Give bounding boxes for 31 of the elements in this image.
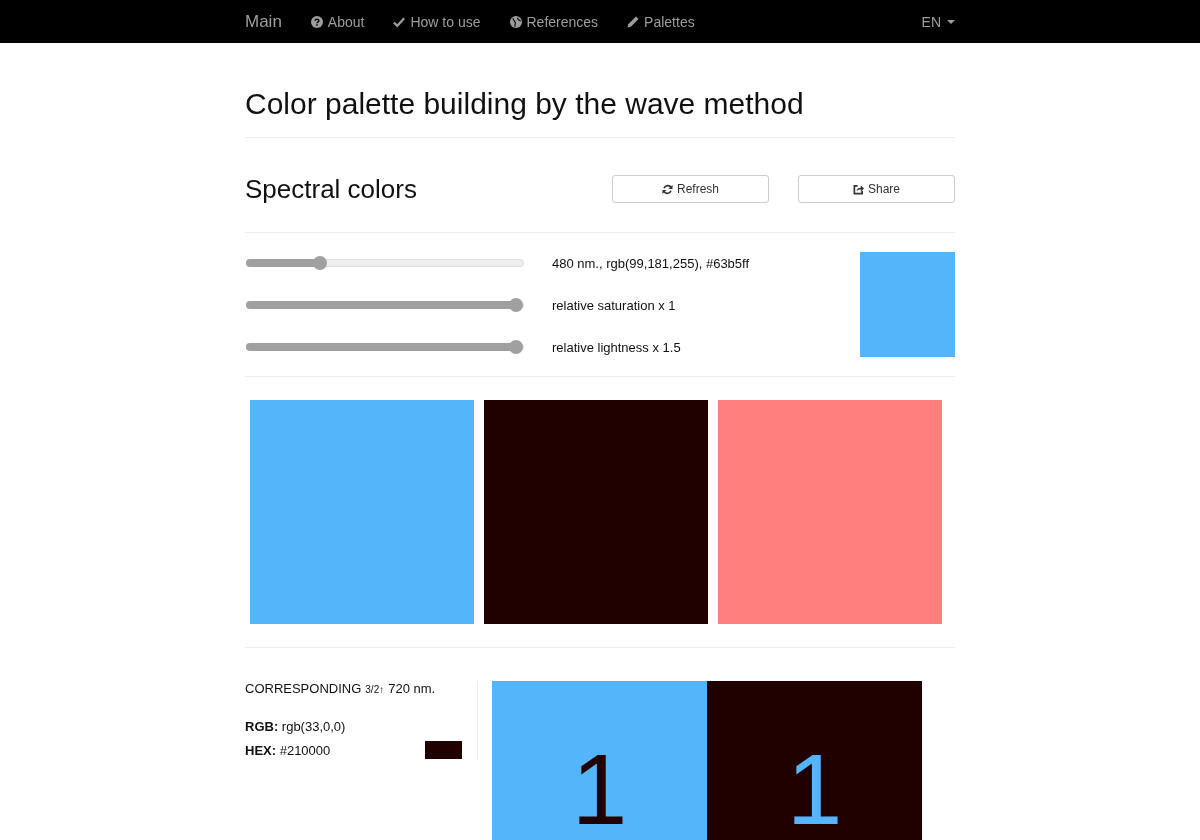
help-icon (310, 15, 323, 28)
language-dropdown[interactable]: EN (921, 13, 955, 30)
hex-value: HEX: #210000 (245, 742, 331, 758)
tile-number: 1 (786, 738, 843, 839)
slider-reading: relative saturation x 1 (552, 297, 676, 313)
pencil-icon (627, 15, 640, 28)
corresponding-label: CORRESPONDING (245, 681, 362, 697)
globe-icon (509, 15, 522, 28)
slider-track[interactable] (246, 259, 524, 267)
refresh-icon (662, 183, 673, 195)
share-icon (853, 183, 864, 195)
slider-reading: relative lightness x 1.5 (552, 339, 681, 355)
slider-reading: 480 nm., rgb(99,181,255), #63b5ff (552, 255, 750, 271)
wavelength-label: 720 nm. (388, 681, 436, 697)
section-title: Spectral colors (245, 173, 417, 205)
slider-thumb[interactable] (509, 298, 523, 312)
nav-link[interactable]: References (494, 13, 613, 30)
refresh-button[interactable]: Refresh (612, 175, 769, 203)
caret-icon (947, 19, 955, 24)
check-icon (393, 15, 406, 28)
rgb-value: RGB: rgb(33,0,0) (245, 719, 346, 734)
tile-number: 1 (571, 738, 628, 839)
page-title: Color palette building by the wave method (245, 87, 805, 120)
nav-link[interactable]: Palettes (612, 13, 709, 30)
brand-link[interactable]: Main (245, 11, 282, 32)
nav-link[interactable]: About (295, 13, 379, 30)
nav-link[interactable]: How to use (378, 13, 495, 30)
ratio-label: 3/2↑ (365, 683, 385, 697)
share-button[interactable]: Share (798, 175, 955, 203)
slider-thumb[interactable] (312, 256, 327, 270)
slider-thumb[interactable] (509, 340, 523, 354)
